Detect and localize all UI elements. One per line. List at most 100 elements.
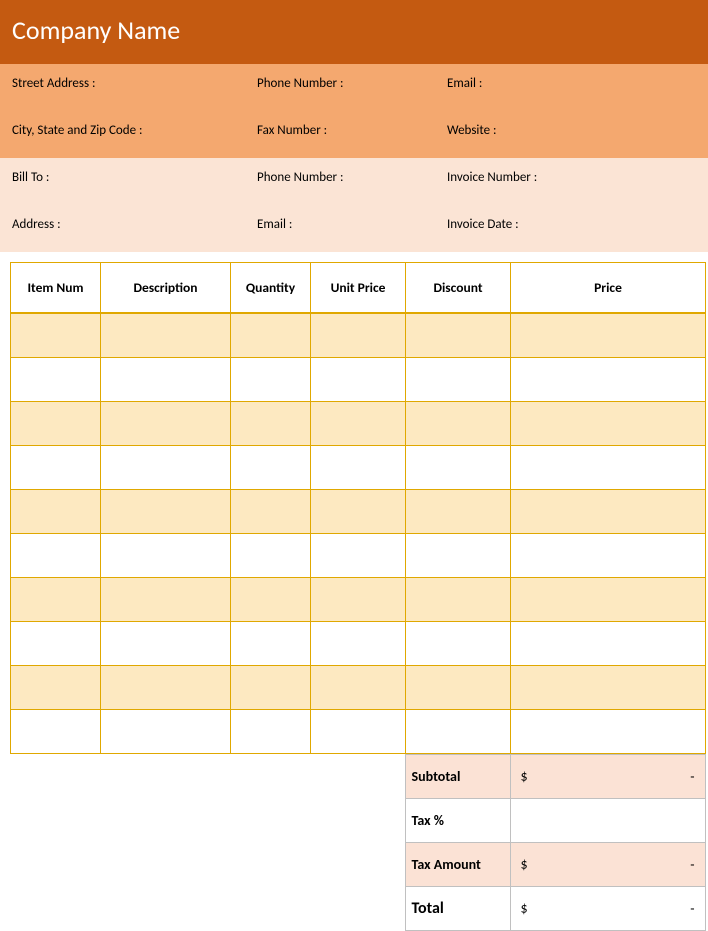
table-header-row: Item Num Description Quantity Unit Price… [11,263,706,314]
table-cell[interactable] [511,709,706,753]
table-cell[interactable] [311,577,406,621]
table-row [11,621,706,665]
table-cell[interactable] [11,533,101,577]
table-cell[interactable] [101,665,231,709]
table-cell[interactable] [406,313,511,357]
table-cell[interactable] [101,489,231,533]
phone-number-label: Phone Number : [257,64,447,111]
items-area: Item Num Description Quantity Unit Price… [0,262,708,754]
table-cell[interactable] [231,577,311,621]
totals-spacer [10,754,405,798]
company-name-header: Company Name [0,0,708,64]
table-cell[interactable] [406,665,511,709]
company-name-text: Company Name [12,14,180,46]
table-cell[interactable] [311,313,406,357]
table-cell[interactable] [231,357,311,401]
email-label: Email : [447,64,696,111]
table-cell[interactable] [231,401,311,445]
col-unit-price: Unit Price [311,263,406,314]
table-cell[interactable] [231,445,311,489]
table-cell[interactable] [101,401,231,445]
table-row [11,313,706,357]
invoice-number-label: Invoice Number : [447,158,696,205]
table-row [11,709,706,753]
table-cell[interactable] [231,489,311,533]
col-description: Description [101,263,231,314]
subtotal-label: Subtotal [405,754,510,798]
table-cell[interactable] [11,313,101,357]
table-cell[interactable] [101,533,231,577]
table-row [11,577,706,621]
table-cell[interactable] [311,401,406,445]
website-label: Website : [447,111,696,158]
table-cell[interactable] [101,313,231,357]
table-cell[interactable] [311,621,406,665]
table-cell[interactable] [511,313,706,357]
table-cell[interactable] [406,621,511,665]
table-cell[interactable] [11,445,101,489]
table-cell[interactable] [511,489,706,533]
table-cell[interactable] [311,709,406,753]
table-cell[interactable] [511,577,706,621]
table-cell[interactable] [311,357,406,401]
table-row [11,401,706,445]
total-value[interactable]: $- [510,886,705,930]
subtotal-value[interactable]: $- [510,754,705,798]
table-cell[interactable] [511,445,706,489]
billto-label: Bill To : [12,158,257,205]
table-cell[interactable] [406,489,511,533]
table-cell[interactable] [511,665,706,709]
totals-block: Subtotal $- Tax % Tax Amount $- Total $- [10,754,706,931]
table-cell[interactable] [101,357,231,401]
table-cell[interactable] [231,665,311,709]
table-cell[interactable] [511,401,706,445]
billto-email-label: Email : [257,205,447,252]
table-cell[interactable] [231,533,311,577]
table-cell[interactable] [406,533,511,577]
table-cell[interactable] [231,621,311,665]
table-cell[interactable] [11,357,101,401]
taxpct-value[interactable] [510,798,705,842]
table-cell[interactable] [406,401,511,445]
items-table: Item Num Description Quantity Unit Price… [10,262,706,754]
taxpct-label: Tax % [405,798,510,842]
table-cell[interactable] [101,445,231,489]
table-cell[interactable] [406,357,511,401]
table-cell[interactable] [231,313,311,357]
street-address-label: Street Address : [12,64,257,111]
taxamt-value[interactable]: $- [510,842,705,886]
col-quantity: Quantity [231,263,311,314]
col-item-num: Item Num [11,263,101,314]
table-cell[interactable] [11,621,101,665]
table-cell[interactable] [101,621,231,665]
table-row [11,533,706,577]
table-cell[interactable] [311,665,406,709]
table-cell[interactable] [406,709,511,753]
col-discount: Discount [406,263,511,314]
table-cell[interactable] [11,665,101,709]
table-cell[interactable] [511,621,706,665]
col-price: Price [511,263,706,314]
company-info-block: Street Address : Phone Number : Email : … [0,64,708,158]
table-cell[interactable] [511,533,706,577]
table-cell[interactable] [101,709,231,753]
table-cell[interactable] [511,357,706,401]
total-label: Total [405,886,510,930]
table-cell[interactable] [11,577,101,621]
table-cell[interactable] [311,489,406,533]
table-cell[interactable] [406,445,511,489]
table-row [11,445,706,489]
table-cell[interactable] [11,401,101,445]
billto-address-label: Address : [12,205,257,252]
table-cell[interactable] [11,709,101,753]
table-cell[interactable] [311,445,406,489]
table-cell[interactable] [311,533,406,577]
table-cell[interactable] [231,709,311,753]
table-cell[interactable] [11,489,101,533]
table-cell[interactable] [406,577,511,621]
invoice-date-label: Invoice Date : [447,205,696,252]
billto-info-block: Bill To : Phone Number : Invoice Number … [0,158,708,252]
fax-number-label: Fax Number : [257,111,447,158]
billto-phone-label: Phone Number : [257,158,447,205]
table-cell[interactable] [101,577,231,621]
